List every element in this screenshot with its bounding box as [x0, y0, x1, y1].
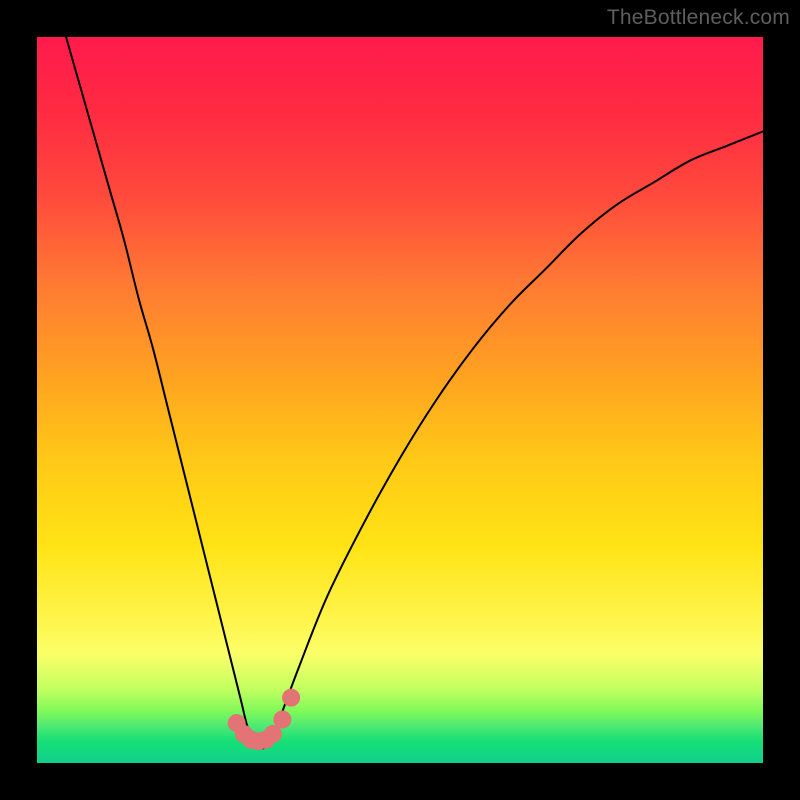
highlight-dot — [273, 710, 291, 728]
chart-stage: TheBottleneck.com — [0, 0, 800, 800]
watermark-text: TheBottleneck.com — [607, 6, 790, 30]
highlight-dot — [282, 689, 300, 707]
highlight-dots — [228, 689, 300, 751]
bottleneck-curve — [66, 37, 763, 748]
chart-overlay — [37, 37, 763, 763]
